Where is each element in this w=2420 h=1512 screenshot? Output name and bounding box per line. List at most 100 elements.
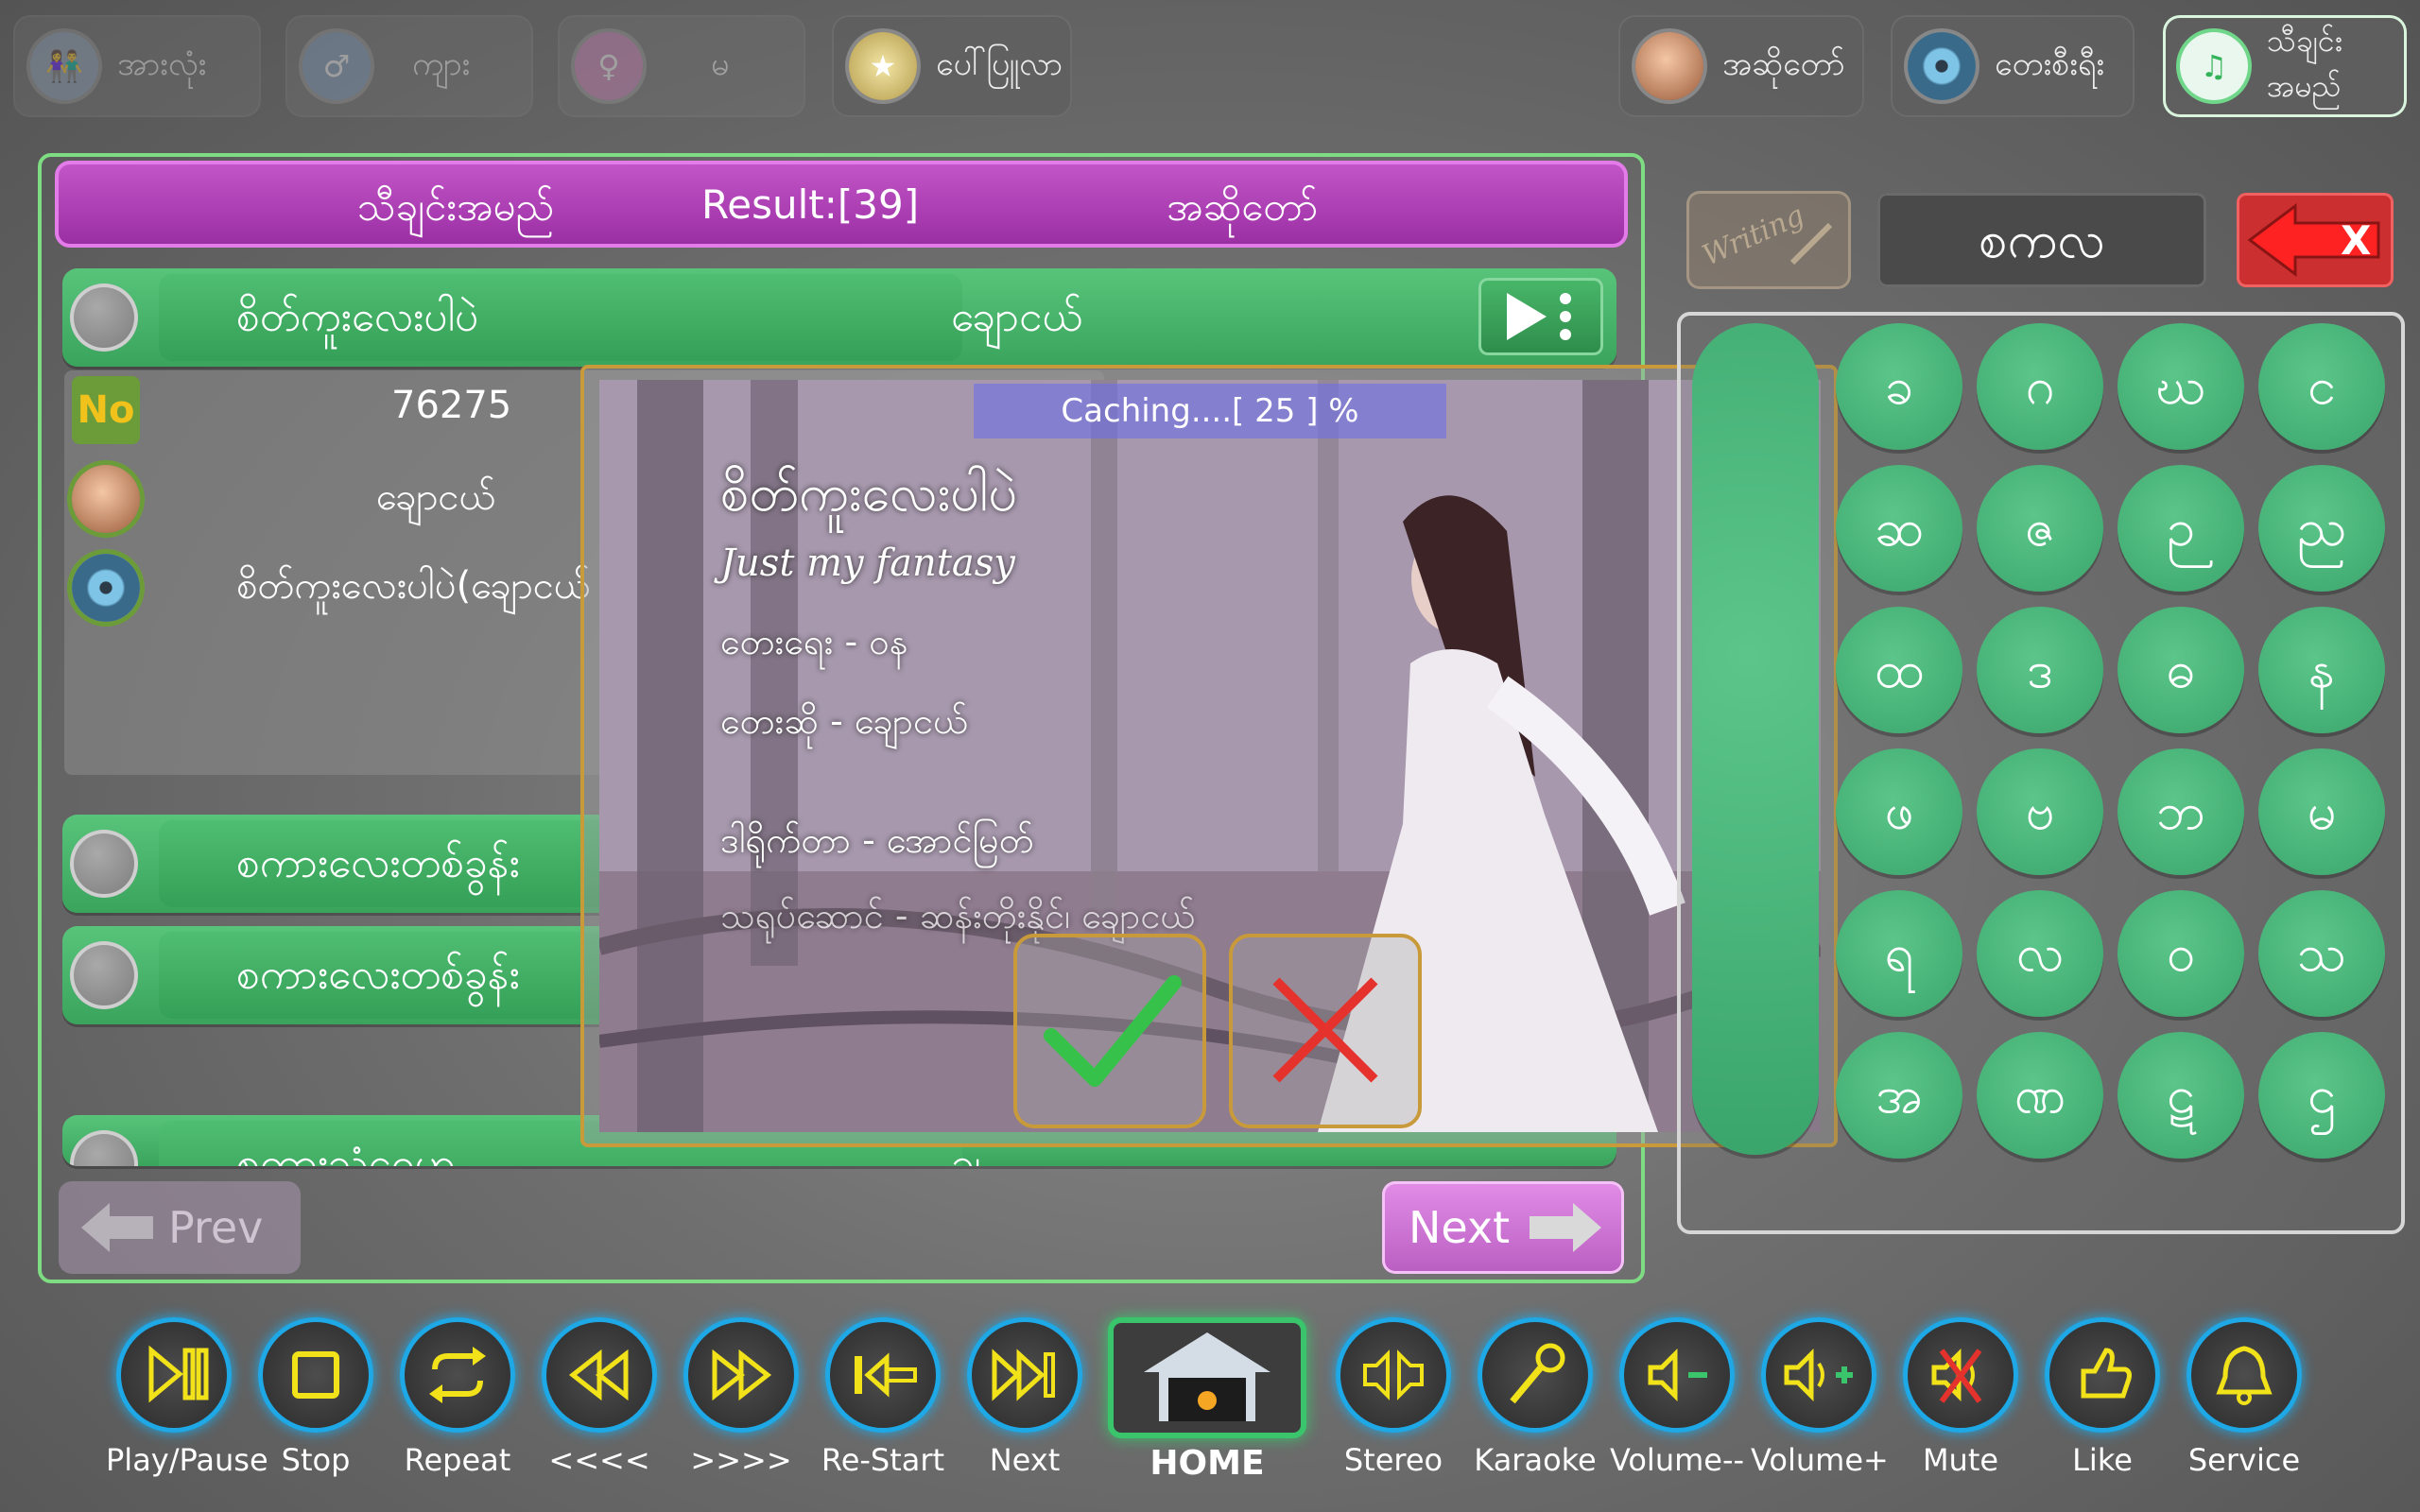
keypad-key[interactable]: ည bbox=[2258, 465, 2385, 592]
confirm-button[interactable] bbox=[1013, 934, 1206, 1128]
sort-artist-button[interactable]: အဆိုတော် bbox=[1618, 15, 1864, 117]
credit-subtitle: Just my fantasy bbox=[720, 541, 1015, 585]
toolbar-label: Next bbox=[989, 1442, 1061, 1478]
filter-all-button[interactable]: 👫 အားလုံး bbox=[13, 15, 261, 117]
toolbar-home-button[interactable]: HOME bbox=[1102, 1317, 1312, 1483]
result-count: Result:[39] bbox=[701, 181, 920, 228]
toolbar-label: Repeat bbox=[404, 1442, 511, 1478]
toolbar-fast-forward-button[interactable]: >>>> bbox=[673, 1317, 809, 1478]
keypad-key[interactable]: န bbox=[2258, 607, 2385, 733]
detail-album: စိတ်ကူးလေးပါပဲ(ချောငယ် bbox=[236, 564, 591, 608]
select-radio[interactable] bbox=[70, 941, 138, 1009]
play-queue-button[interactable] bbox=[1478, 278, 1603, 355]
filter-female-button[interactable]: ♀ မ bbox=[558, 15, 805, 117]
toolbar-label: Stop bbox=[281, 1442, 351, 1478]
keypad-key[interactable]: ဃ bbox=[2118, 323, 2244, 450]
fast-forward-icon bbox=[683, 1317, 799, 1433]
detail-artist: ချောငယ် bbox=[376, 475, 496, 519]
microphone-icon bbox=[1478, 1317, 1593, 1433]
keypad-key[interactable]: ဌ bbox=[2258, 1032, 2385, 1159]
keypad-key[interactable]: ဋ bbox=[2118, 1032, 2244, 1159]
keypad-key[interactable]: င bbox=[2258, 323, 2385, 450]
song-row[interactable]: စိတ်ကူးလေးပါပဲ ချောငယ် bbox=[62, 268, 1616, 367]
artist-avatar-icon bbox=[1635, 32, 1703, 100]
toolbar-repeat-button[interactable]: Repeat bbox=[389, 1317, 526, 1478]
song-column-header[interactable]: သီချင်းအမည် bbox=[357, 181, 554, 240]
keypad-key[interactable]: ဇ bbox=[1977, 465, 2103, 592]
artist-avatar-icon bbox=[72, 465, 140, 533]
keypad-key[interactable]: ထ bbox=[1836, 607, 1962, 733]
toolbar-label: Karaoke bbox=[1474, 1442, 1597, 1478]
keypad-key[interactable]: ဏ bbox=[1977, 1032, 2103, 1159]
search-input[interactable]: စကလ bbox=[1877, 193, 2206, 287]
close-icon bbox=[1272, 977, 1378, 1083]
clear-search-button[interactable]: X bbox=[2237, 193, 2394, 287]
female-icon: ♀ bbox=[575, 32, 643, 100]
credit-composer: တေးရေး - ဝန bbox=[720, 621, 908, 662]
mute-icon bbox=[1903, 1317, 2018, 1433]
toolbar-label: Play/Pause bbox=[106, 1442, 268, 1478]
toolbar-like-button[interactable]: Like bbox=[2034, 1317, 2170, 1478]
caching-status-bar: Caching....[ 25 ] % bbox=[974, 384, 1446, 438]
toolbar-volume-down-button[interactable]: Volume-- bbox=[1609, 1317, 1745, 1478]
prev-label: Prev bbox=[168, 1202, 264, 1253]
keypad-key[interactable]: ဂ bbox=[1977, 323, 2103, 450]
handwriting-button[interactable]: Writing bbox=[1686, 191, 1851, 289]
filter-popular-button[interactable]: ★ ပေါ်ပြူလာ bbox=[832, 15, 1072, 117]
keypad-key[interactable]: ဗ bbox=[1977, 748, 2103, 875]
toolbar-rewind-button[interactable]: <<<< bbox=[531, 1317, 667, 1478]
next-label: Next bbox=[1409, 1202, 1511, 1253]
music-note-icon: ♫ bbox=[2180, 32, 2248, 100]
search-query: စကလ bbox=[1979, 210, 2105, 269]
toolbar-microphone-button[interactable]: Karaoke bbox=[1467, 1317, 1603, 1478]
song-number: 76275 bbox=[391, 384, 512, 427]
toolbar-mute-button[interactable]: Mute bbox=[1893, 1317, 2029, 1478]
keypad-key[interactable]: ဝ bbox=[2118, 890, 2244, 1017]
stereo-icon bbox=[1336, 1317, 1451, 1433]
filter-male-button[interactable]: ♂ ကျား bbox=[285, 15, 533, 117]
number-badge-icon: No bbox=[72, 376, 140, 444]
toolbar-label: Mute bbox=[1922, 1442, 1999, 1478]
keypad-key[interactable]: သ bbox=[2258, 890, 2385, 1017]
toolbar-bell-button[interactable]: Service bbox=[2176, 1317, 2312, 1478]
keypad-key[interactable]: ခ bbox=[1836, 323, 1962, 450]
next-button[interactable]: Next bbox=[1382, 1181, 1624, 1274]
credit-song-title: စိတ်ကူးလေးပါပဲ bbox=[720, 463, 1018, 523]
toolbar-volume-up-button[interactable]: Volume+ bbox=[1751, 1317, 1889, 1478]
keypad-key[interactable]: ဒ bbox=[1977, 607, 2103, 733]
toolbar-stop-button[interactable]: Stop bbox=[248, 1317, 384, 1478]
sort-artist-label: အဆိုတော် bbox=[1722, 44, 1845, 83]
toolbar-stereo-button[interactable]: Stereo bbox=[1325, 1317, 1461, 1478]
select-radio[interactable] bbox=[70, 1130, 138, 1166]
keypad-key[interactable]: အ bbox=[1836, 1032, 1962, 1159]
keypad-key[interactable]: ဖ bbox=[1836, 748, 1962, 875]
repeat-icon bbox=[400, 1317, 515, 1433]
song-title: စိတ်ကူးလေးပါပဲ bbox=[159, 274, 962, 361]
sort-album-label: တေးစီးရီး bbox=[1995, 44, 2105, 83]
sort-song-name-label: သီချင်းအမည် bbox=[2267, 23, 2342, 104]
artist-column-header[interactable]: အဆိုတော် bbox=[1167, 181, 1318, 240]
select-radio[interactable] bbox=[70, 830, 138, 898]
toolbar-label: >>>> bbox=[690, 1442, 792, 1478]
keypad-key[interactable]: ရ bbox=[1836, 890, 1962, 1017]
prev-button[interactable]: Prev bbox=[59, 1181, 301, 1274]
keypad-key[interactable]: ဆ bbox=[1836, 465, 1962, 592]
cancel-button[interactable] bbox=[1229, 934, 1422, 1128]
toolbar-play-pause-button[interactable]: Play/Pause bbox=[106, 1317, 268, 1478]
disc-icon bbox=[72, 554, 140, 622]
toolbar-next-track-button[interactable]: Next bbox=[957, 1317, 1093, 1478]
keypad-key[interactable]: ဘ bbox=[2118, 748, 2244, 875]
keypad-key[interactable]: လ bbox=[1977, 890, 2103, 1017]
star-icon: ★ bbox=[849, 32, 917, 100]
keypad-key[interactable]: ဓ bbox=[2118, 607, 2244, 733]
keypad-key[interactable]: မ bbox=[2258, 748, 2385, 875]
toolbar-restart-button[interactable]: Re-Start bbox=[815, 1317, 951, 1478]
toolbar-label: Volume+ bbox=[1751, 1442, 1889, 1478]
select-radio[interactable] bbox=[70, 284, 138, 352]
sort-album-button[interactable]: တေးစီးရီး bbox=[1891, 15, 2135, 117]
keypad-key[interactable]: ဉ bbox=[2118, 465, 2244, 592]
list-header: သီချင်းအမည် Result:[39] အဆိုတော် bbox=[55, 161, 1628, 248]
keypad-key-partial[interactable] bbox=[1692, 323, 1819, 1155]
checkmark-icon bbox=[1044, 975, 1182, 1087]
sort-song-name-button[interactable]: ♫ သီချင်းအမည် bbox=[2163, 15, 2407, 117]
